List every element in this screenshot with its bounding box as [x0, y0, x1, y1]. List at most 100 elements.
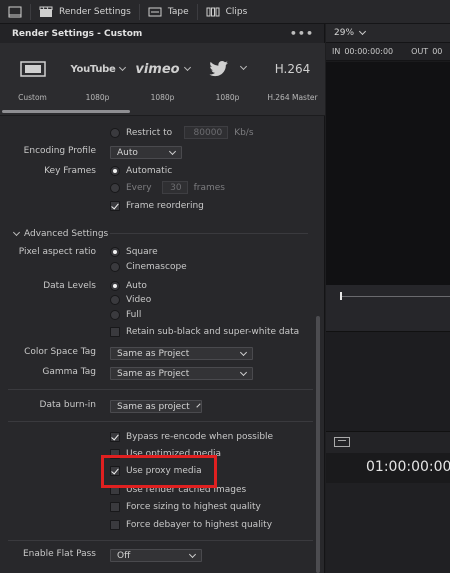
- preset-custom-label: Custom: [18, 93, 47, 102]
- pixel-aspect-square-control: Square: [110, 247, 158, 257]
- restrict-to-radio[interactable]: [110, 127, 120, 138]
- preset-vimeo[interactable]: vimeo 1080p: [130, 43, 195, 115]
- bypass-reencode-label: Bypass re-encode when possible: [126, 432, 274, 442]
- color-space-value: Same as Project: [117, 348, 190, 359]
- pixel-aspect-square-radio[interactable]: [110, 247, 120, 257]
- panel-toggle-icon: [8, 6, 22, 18]
- force-debayer-checkbox[interactable]: [110, 520, 120, 530]
- key-frames-unit: frames: [193, 182, 225, 193]
- advanced-settings-header[interactable]: Advanced Settings: [0, 228, 318, 241]
- preset-h264-master[interactable]: H.264 H.264 Master: [260, 43, 325, 115]
- chevron-down-icon: [196, 402, 201, 408]
- key-frames-every-input[interactable]: 30: [161, 181, 188, 194]
- pixel-aspect-square-label: Square: [126, 247, 158, 257]
- encoding-profile-select[interactable]: Auto: [110, 146, 182, 159]
- color-space-select[interactable]: Same as Project: [110, 347, 253, 360]
- key-frames-every-label: Every: [126, 182, 152, 193]
- youtube-logo-text: YouTube: [70, 63, 116, 75]
- force-debayer-control: Force debayer to highest quality: [110, 520, 272, 530]
- in-timecode[interactable]: 00:00:00:00: [344, 47, 393, 56]
- pixel-aspect-cinemascope-control: Cinemascope: [110, 262, 187, 272]
- force-debayer-label: Force debayer to highest quality: [126, 520, 273, 530]
- highlight-box: [101, 455, 217, 488]
- data-levels-full-control: Full: [110, 310, 141, 320]
- video-viewer[interactable]: [326, 62, 450, 285]
- preset-youtube[interactable]: YouTube 1080p: [65, 43, 130, 115]
- settings-scrollbar[interactable]: [316, 316, 320, 573]
- chevron-down-icon[interactable]: [358, 27, 367, 36]
- preset-youtube-label: 1080p: [85, 93, 110, 102]
- scrubber-bar[interactable]: [326, 285, 450, 331]
- panel-header: Render Settings - Custom •••: [0, 24, 324, 43]
- top-toolbar: Render Settings Tape Clips: [0, 0, 450, 24]
- out-label: OUT: [411, 47, 429, 56]
- restrict-to-control: Restrict to 80000 Kb/s: [110, 126, 254, 139]
- chevron-down-icon: [188, 550, 197, 558]
- encoding-profile-label: Encoding Profile: [23, 146, 96, 156]
- custom-film-icon: [19, 61, 46, 77]
- retain-sub-black-checkbox[interactable]: [110, 327, 120, 337]
- gamma-tag-label: Gamma Tag: [42, 367, 96, 377]
- data-burn-in-select[interactable]: Same as project: [110, 400, 202, 413]
- key-frames-automatic-label: Automatic: [126, 166, 173, 176]
- clips-tab[interactable]: Clips: [198, 0, 256, 24]
- gamma-tag-select[interactable]: Same as Project: [110, 367, 253, 380]
- data-burn-in-control: Same as project: [110, 400, 202, 413]
- timeline-view-icon[interactable]: [334, 437, 350, 447]
- key-frames-automatic-radio[interactable]: [110, 166, 120, 176]
- enable-flat-pass-label: Enable Flat Pass: [22, 549, 96, 559]
- divider: [8, 540, 313, 541]
- tape-icon: [148, 6, 162, 18]
- data-levels-video-control: Video: [110, 295, 151, 305]
- encoding-profile-value: Auto: [117, 147, 138, 158]
- clips-label: Clips: [225, 6, 248, 17]
- tape-tab[interactable]: Tape: [140, 0, 197, 24]
- viewer-panel: 29% IN 00:00:00:00 OUT 00 01:00:00:00: [326, 24, 450, 573]
- bypass-reencode-checkbox[interactable]: [110, 432, 120, 442]
- render-presets: Custom YouTube 1080p vimeo 1080p 1080p H…: [0, 43, 325, 116]
- force-sizing-label: Force sizing to highest quality: [126, 502, 261, 512]
- enable-flat-pass-select[interactable]: Off: [110, 549, 202, 562]
- data-levels-full-radio[interactable]: [110, 310, 120, 320]
- color-space-label: Color Space Tag: [24, 347, 96, 357]
- pixel-aspect-cinemascope-radio[interactable]: [110, 262, 120, 272]
- sidebar-toggle[interactable]: [0, 0, 30, 24]
- pixel-aspect-cinemascope-label: Cinemascope: [126, 262, 187, 272]
- retain-sub-black-control: Retain sub-black and super-white data: [110, 327, 299, 337]
- restrict-to-label: Restrict to: [126, 127, 173, 138]
- in-out-bar: IN 00:00:00:00 OUT 00: [326, 43, 450, 61]
- restrict-to-input[interactable]: 80000: [184, 126, 229, 139]
- playhead-handle[interactable]: [340, 292, 342, 300]
- chevron-down-icon: [239, 368, 248, 376]
- render-settings-label: Render Settings: [59, 6, 131, 17]
- preset-custom[interactable]: Custom: [0, 43, 65, 115]
- render-settings-tab[interactable]: Render Settings: [31, 0, 139, 24]
- preset-h264-label: H.264 Master: [267, 93, 318, 102]
- out-timecode[interactable]: 00: [432, 47, 442, 56]
- force-sizing-checkbox[interactable]: [110, 502, 120, 512]
- key-frames-every-radio[interactable]: [110, 182, 120, 193]
- data-levels-video-radio[interactable]: [110, 295, 120, 305]
- gamma-tag-control: Same as Project: [110, 367, 253, 380]
- chevron-down-icon: [168, 147, 177, 155]
- advanced-settings-label: Advanced Settings: [24, 229, 109, 239]
- preset-twitter[interactable]: 1080p: [195, 43, 260, 115]
- data-levels-video-label: Video: [126, 295, 152, 305]
- chevron-down-icon: [12, 228, 21, 237]
- advanced-settings-toggle[interactable]: Advanced Settings: [12, 228, 109, 239]
- preset-twitter-label: 1080p: [215, 93, 240, 102]
- tape-label: Tape: [167, 6, 189, 17]
- frame-reordering-checkbox[interactable]: [110, 201, 120, 211]
- timeline-timecode: 01:00:00:00: [326, 453, 450, 483]
- presets-scrollbar[interactable]: [2, 110, 130, 113]
- data-burn-in-value: Same as project: [117, 401, 190, 412]
- zoom-level[interactable]: 29%: [334, 28, 354, 38]
- timeline-area: [326, 483, 450, 573]
- timeline-toolbar: [326, 431, 450, 453]
- key-frames-label: Key Frames: [44, 166, 96, 176]
- chevron-down-icon: [239, 62, 248, 70]
- data-levels-auto-radio[interactable]: [110, 281, 120, 291]
- chevron-down-icon: [118, 63, 126, 71]
- panel-options-button[interactable]: •••: [290, 27, 314, 40]
- chevron-down-icon: [239, 348, 248, 356]
